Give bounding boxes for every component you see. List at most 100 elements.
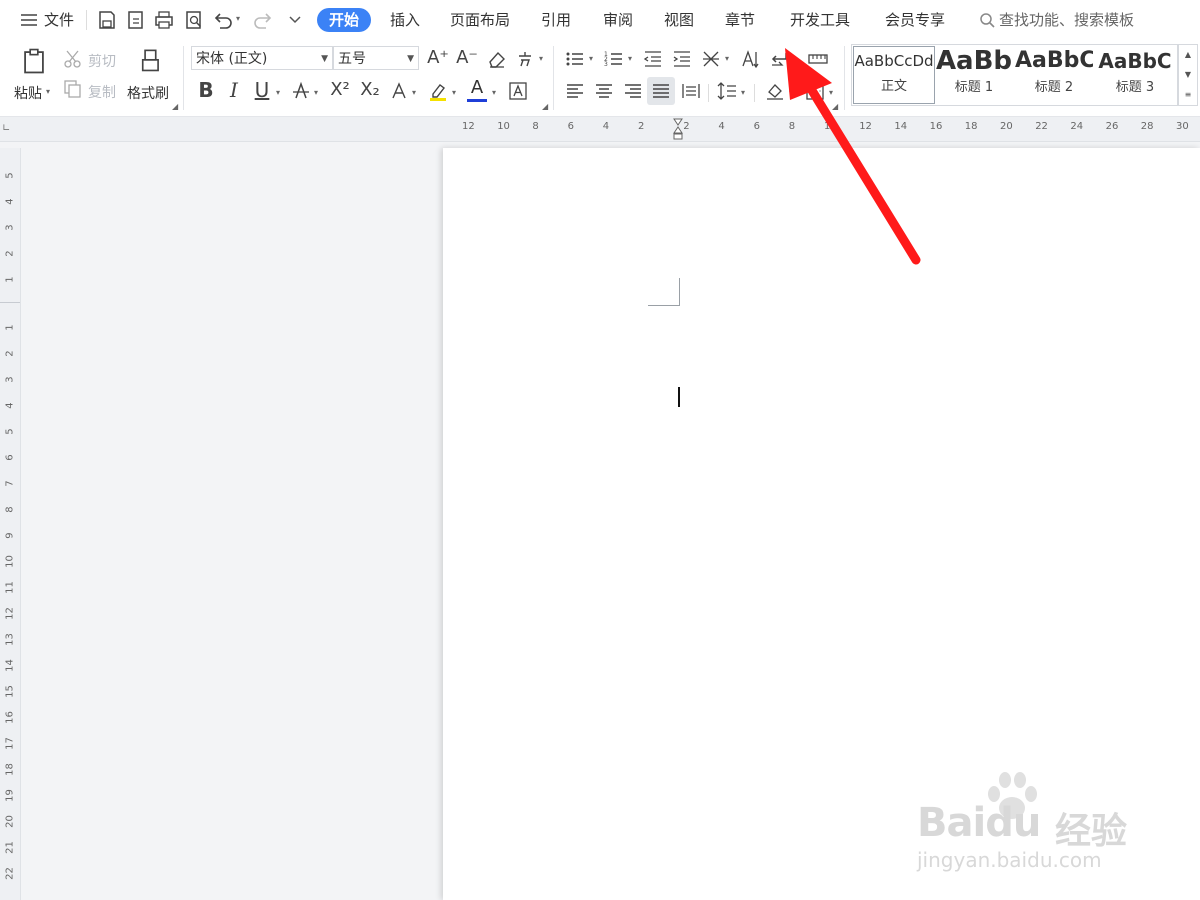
- font-family-value: 宋体 (正文): [196, 51, 268, 67]
- font-group-launcher-icon[interactable]: ◢: [542, 102, 548, 111]
- hamburger-menu-icon[interactable]: [16, 7, 42, 33]
- styles-scroll[interactable]: ▲ ▼ ≡: [1178, 44, 1198, 106]
- line-spacing-dropdown-icon[interactable]: ▾: [741, 88, 745, 97]
- increase-indent-icon[interactable]: [669, 46, 695, 72]
- align-right-icon[interactable]: [620, 78, 646, 104]
- undo-dropdown-icon[interactable]: ▾: [236, 14, 240, 23]
- justify-icon[interactable]: [647, 77, 675, 105]
- numbering-dropdown-icon[interactable]: ▾: [628, 54, 632, 63]
- underline-dropdown-icon[interactable]: ▾: [276, 88, 280, 97]
- strikethrough-dropdown-icon[interactable]: ▾: [314, 88, 318, 97]
- highlight-icon[interactable]: [425, 78, 451, 104]
- tab-page-layout[interactable]: 页面布局: [450, 8, 510, 32]
- indent-marker-icon[interactable]: [673, 117, 683, 141]
- more-styles-icon[interactable]: ≡: [1179, 85, 1197, 105]
- bold-icon[interactable]: B: [194, 78, 218, 102]
- style-sample-text: AaBbC: [1015, 48, 1093, 73]
- undo-icon[interactable]: [210, 7, 236, 33]
- tab-member[interactable]: 会员专享: [885, 8, 945, 32]
- tab-developer-tools[interactable]: 开发工具: [790, 8, 850, 32]
- distributed-align-icon[interactable]: [678, 78, 704, 104]
- ruler-tick-label: 12: [462, 121, 475, 132]
- eraser-icon[interactable]: [484, 46, 510, 72]
- cut-button[interactable]: 剪切: [88, 51, 116, 71]
- underline-icon[interactable]: U: [250, 78, 274, 102]
- ruler-tick-label: 11: [4, 581, 16, 594]
- bullets-dropdown-icon[interactable]: ▾: [589, 54, 593, 63]
- style-heading-2[interactable]: AaBbC 标题 2: [1015, 46, 1093, 102]
- character-border-icon[interactable]: [505, 78, 531, 104]
- subscript-icon[interactable]: X₂: [356, 78, 384, 102]
- format-painter-button[interactable]: 格式刷: [127, 83, 169, 103]
- export-pdf-icon[interactable]: [123, 7, 149, 33]
- chinese-layout-icon[interactable]: [698, 46, 724, 72]
- search-input[interactable]: 查找功能、搜索模板: [999, 8, 1134, 32]
- align-center-icon[interactable]: [591, 78, 617, 104]
- style-heading-3[interactable]: AaBbC 标题 3: [1095, 46, 1175, 102]
- strikethrough-icon[interactable]: [288, 78, 314, 104]
- ruler-tick-label: 2: [638, 121, 645, 132]
- numbering-icon[interactable]: 123: [601, 46, 627, 72]
- ruler-tick-label: 5: [4, 428, 16, 435]
- chevron-up-icon[interactable]: ▲: [1179, 45, 1197, 65]
- ruler-tick-label: 24: [1070, 121, 1084, 132]
- chevron-down-icon[interactable]: ▼: [1179, 65, 1197, 85]
- chinese-layout-dropdown-icon[interactable]: ▾: [725, 54, 729, 63]
- font-family-select[interactable]: 宋体 (正文) ▼: [191, 46, 333, 70]
- chevron-down-icon: ▼: [321, 54, 328, 64]
- tab-selector-icon[interactable]: ∟: [2, 123, 10, 134]
- font-color-dropdown-icon[interactable]: ▾: [492, 88, 496, 97]
- ruler-tick-label: 20: [1000, 121, 1013, 132]
- ruler-tick-label: 14: [4, 659, 16, 672]
- ruler-tick-label: 6: [567, 121, 574, 132]
- scissors-icon[interactable]: [62, 48, 84, 70]
- print-icon[interactable]: [151, 7, 177, 33]
- ruler-tick-label: 4: [602, 121, 610, 132]
- grow-font-icon[interactable]: A⁺: [426, 46, 450, 70]
- menu-bar: 文件 ▾ 开始 插入 页面布局 引用 审阅 视图 章节 开发工具 会员专享 查找…: [0, 0, 1200, 40]
- line-spacing-icon[interactable]: [714, 78, 740, 104]
- margin-corner-mark: [648, 278, 680, 306]
- ruler-tick-label: 16: [4, 711, 16, 724]
- bullets-icon[interactable]: [562, 46, 588, 72]
- ruler-tick-label: 22: [1035, 121, 1048, 132]
- copy-icon[interactable]: [62, 78, 84, 100]
- copy-button[interactable]: 复制: [88, 82, 116, 102]
- search-icon: [974, 7, 1000, 33]
- ruler-tick-label: 15: [4, 685, 16, 698]
- phonetic-guide-icon[interactable]: [512, 46, 538, 72]
- highlight-dropdown-icon[interactable]: ▾: [452, 88, 456, 97]
- tab-insert[interactable]: 插入: [390, 8, 420, 32]
- style-name-label: 标题 2: [1034, 80, 1074, 95]
- font-color-icon: A: [470, 77, 484, 98]
- text-effect-icon[interactable]: [386, 78, 412, 104]
- align-left-icon[interactable]: [562, 78, 588, 104]
- style-heading-1[interactable]: AaBb 标题 1: [935, 46, 1013, 102]
- tab-chapter[interactable]: 章节: [725, 8, 755, 32]
- customize-toolbar-icon[interactable]: [282, 7, 308, 33]
- tab-review[interactable]: 审阅: [603, 8, 633, 32]
- tab-view[interactable]: 视图: [664, 8, 694, 32]
- italic-icon[interactable]: I: [222, 78, 246, 102]
- save-icon[interactable]: [94, 7, 120, 33]
- paste-icon[interactable]: [18, 45, 50, 77]
- file-menu[interactable]: 文件: [44, 8, 74, 32]
- text-effect-dropdown-icon[interactable]: ▾: [412, 88, 416, 97]
- paste-dropdown-icon[interactable]: ▾: [46, 87, 50, 96]
- ruler-tick-label: 3: [4, 376, 16, 383]
- format-painter-icon[interactable]: [136, 45, 166, 77]
- phonetic-dropdown-icon[interactable]: ▾: [539, 54, 543, 63]
- tab-home[interactable]: 开始: [317, 8, 372, 32]
- tab-references[interactable]: 引用: [541, 8, 571, 32]
- redo-icon[interactable]: [250, 7, 276, 33]
- superscript-icon[interactable]: X²: [326, 78, 354, 102]
- ruler-tick-label: 9: [4, 532, 16, 539]
- font-size-select[interactable]: 五号 ▼: [333, 46, 419, 70]
- decrease-indent-icon[interactable]: [640, 46, 666, 72]
- paste-button[interactable]: 粘贴: [14, 83, 42, 103]
- font-color-button[interactable]: A: [465, 78, 489, 104]
- ruler-tick-label: 5: [4, 172, 16, 179]
- clipboard-group-launcher-icon[interactable]: ◢: [172, 102, 178, 111]
- shrink-font-icon[interactable]: A⁻: [455, 46, 479, 70]
- print-preview-icon[interactable]: [181, 7, 207, 33]
